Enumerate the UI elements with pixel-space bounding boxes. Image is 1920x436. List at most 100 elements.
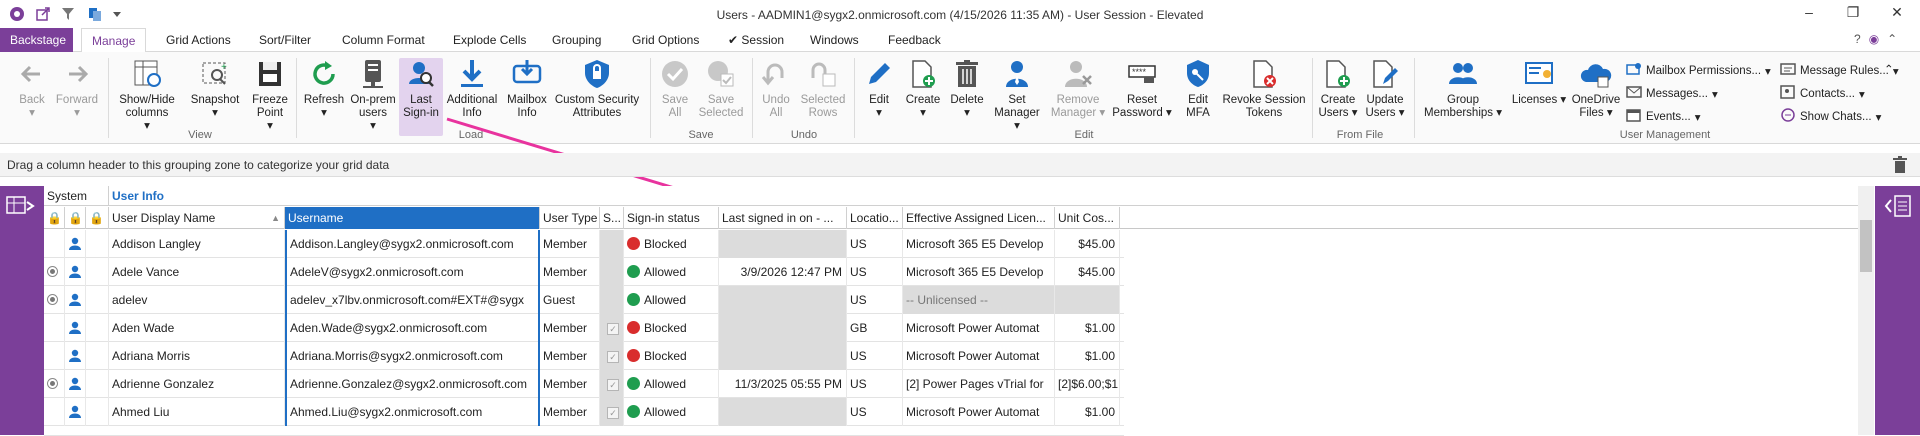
cell-location[interactable]: US bbox=[847, 398, 903, 426]
cell[interactable] bbox=[44, 230, 65, 258]
scrollbar-thumb[interactable] bbox=[1860, 220, 1872, 272]
cell-license[interactable]: Microsoft 365 E5 Develop bbox=[903, 258, 1055, 286]
col-sign-in-status[interactable]: Sign-in status bbox=[624, 207, 719, 229]
cell-unit-cost[interactable]: [2]$6.00;$1 bbox=[1055, 370, 1120, 398]
cell[interactable]: ✓ bbox=[600, 398, 624, 426]
cell[interactable] bbox=[86, 398, 109, 426]
table-row[interactable]: Ahmed Liu Ahmed.Liu@sygx2.onmicrosoft.com… bbox=[44, 398, 1124, 426]
cell[interactable] bbox=[86, 370, 109, 398]
cell-username[interactable]: Ahmed.Liu@sygx2.onmicrosoft.com bbox=[285, 398, 540, 426]
cell-license[interactable]: [2] Power Pages vTrial for bbox=[903, 370, 1055, 398]
cell-user-type[interactable]: Guest bbox=[540, 286, 600, 314]
cell-username[interactable]: Aden.Wade@sygx2.onmicrosoft.com bbox=[285, 314, 540, 342]
table-row[interactable]: adelev adelev_x7lbv.onmicrosoft.com#EXT#@… bbox=[44, 286, 1124, 314]
cell[interactable]: ✓ bbox=[600, 342, 624, 370]
cell-username[interactable]: Adriana.Morris@sygx2.onmicrosoft.com bbox=[285, 342, 540, 370]
table-row[interactable]: Addison Langley Addison.Langley@sygx2.onm… bbox=[44, 230, 1124, 258]
cell-sign-in-status[interactable]: Blocked bbox=[624, 314, 719, 342]
cell[interactable] bbox=[86, 258, 109, 286]
cell[interactable] bbox=[44, 258, 65, 286]
grouping-zone[interactable]: Drag a column header to this grouping zo… bbox=[0, 153, 1920, 177]
cell-username[interactable]: adelev_x7lbv.onmicrosoft.com#EXT#@sygx bbox=[285, 286, 540, 314]
cell-last-signed-in[interactable] bbox=[719, 286, 847, 314]
cell[interactable] bbox=[86, 230, 109, 258]
lock-column-header[interactable]: 🔒 bbox=[44, 207, 65, 229]
cell-location[interactable]: US bbox=[847, 258, 903, 286]
cell-unit-cost[interactable]: $1.00 bbox=[1055, 342, 1120, 370]
cell[interactable] bbox=[65, 258, 86, 286]
checkbox-icon[interactable]: ✓ bbox=[607, 351, 619, 363]
cell-sign-in-status[interactable]: Allowed bbox=[624, 258, 719, 286]
col-unit-cost[interactable]: Unit Cos... bbox=[1055, 207, 1120, 229]
cell-last-signed-in[interactable] bbox=[719, 230, 847, 258]
table-row[interactable]: Adrienne Gonzalez Adrienne.Gonzalez@sygx2… bbox=[44, 370, 1124, 398]
col-location[interactable]: Locatio... bbox=[847, 207, 903, 229]
cell-sign-in-status[interactable]: Allowed bbox=[624, 370, 719, 398]
radio-icon[interactable] bbox=[47, 294, 58, 305]
details-panel-icon[interactable] bbox=[1883, 194, 1913, 221]
col-user-type[interactable]: User Type bbox=[540, 207, 600, 229]
cell-display-name[interactable]: Adriana Morris bbox=[109, 342, 285, 370]
cell-unit-cost[interactable]: $45.00 bbox=[1055, 258, 1120, 286]
radio-icon[interactable] bbox=[47, 266, 58, 277]
cell[interactable] bbox=[65, 286, 86, 314]
cell-license[interactable]: -- Unlicensed -- bbox=[903, 286, 1055, 314]
cell-unit-cost[interactable] bbox=[1055, 286, 1120, 314]
cell-last-signed-in[interactable] bbox=[719, 342, 847, 370]
checkbox-icon[interactable]: ✓ bbox=[607, 323, 619, 335]
cell[interactable] bbox=[600, 286, 624, 314]
table-row[interactable]: Aden Wade Aden.Wade@sygx2.onmicrosoft.com… bbox=[44, 314, 1124, 342]
cell[interactable] bbox=[44, 286, 65, 314]
cell[interactable] bbox=[44, 342, 65, 370]
band-user-info[interactable]: User Info bbox=[109, 186, 1169, 206]
lock-column-header[interactable]: 🔒 bbox=[65, 207, 86, 229]
checkbox-icon[interactable]: ✓ bbox=[607, 407, 619, 419]
cell-location[interactable]: US bbox=[847, 370, 903, 398]
cell[interactable] bbox=[44, 314, 65, 342]
cell-unit-cost[interactable]: $1.00 bbox=[1055, 398, 1120, 426]
table-row[interactable]: Adriana Morris Adriana.Morris@sygx2.onmic… bbox=[44, 342, 1124, 370]
cell-display-name[interactable]: Adrienne Gonzalez bbox=[109, 370, 285, 398]
cell-sign-in-status[interactable]: Blocked bbox=[624, 230, 719, 258]
col-effective-licenses[interactable]: Effective Assigned Licen... bbox=[903, 207, 1055, 229]
band-system[interactable]: System bbox=[44, 186, 109, 206]
cell-display-name[interactable]: Adele Vance bbox=[109, 258, 285, 286]
cell-user-type[interactable]: Member bbox=[540, 398, 600, 426]
table-row[interactable]: Adele Vance AdeleV@sygx2.onmicrosoft.com M… bbox=[44, 258, 1124, 286]
cell[interactable] bbox=[44, 398, 65, 426]
clear-grouping-trash-icon[interactable] bbox=[1892, 156, 1908, 177]
cell-user-type[interactable]: Member bbox=[540, 314, 600, 342]
cell[interactable] bbox=[86, 342, 109, 370]
cell-display-name[interactable]: Aden Wade bbox=[109, 314, 285, 342]
cell-location[interactable]: GB bbox=[847, 314, 903, 342]
cell[interactable] bbox=[86, 314, 109, 342]
cell-last-signed-in[interactable]: 3/9/2026 12:47 PM bbox=[719, 258, 847, 286]
cell[interactable] bbox=[65, 230, 86, 258]
col-s[interactable]: S... bbox=[600, 207, 624, 229]
cell-sign-in-status[interactable]: Allowed bbox=[624, 398, 719, 426]
cell-unit-cost[interactable]: $1.00 bbox=[1055, 314, 1120, 342]
cell-user-type[interactable]: Member bbox=[540, 342, 600, 370]
cell-user-type[interactable]: Member bbox=[540, 258, 600, 286]
cell-last-signed-in[interactable]: 11/3/2025 05:55 PM bbox=[719, 370, 847, 398]
cell-username[interactable]: Addison.Langley@sygx2.onmicrosoft.com bbox=[285, 230, 540, 258]
cell-location[interactable]: US bbox=[847, 342, 903, 370]
cell-license[interactable]: Microsoft 365 E5 Develop bbox=[903, 230, 1055, 258]
cell-username[interactable]: Adrienne.Gonzalez@sygx2.onmicrosoft.com bbox=[285, 370, 540, 398]
cell-license[interactable]: Microsoft Power Automat bbox=[903, 398, 1055, 426]
checkbox-icon[interactable]: ✓ bbox=[607, 379, 619, 391]
cell[interactable] bbox=[65, 314, 86, 342]
cell-user-type[interactable]: Member bbox=[540, 370, 600, 398]
col-username[interactable]: Username bbox=[285, 207, 540, 229]
lock-column-header[interactable]: 🔒 bbox=[86, 207, 109, 229]
cell-display-name[interactable]: Ahmed Liu bbox=[109, 398, 285, 426]
cell[interactable] bbox=[65, 370, 86, 398]
cell-license[interactable]: Microsoft Power Automat bbox=[903, 342, 1055, 370]
cell[interactable] bbox=[65, 342, 86, 370]
cell-location[interactable]: US bbox=[847, 230, 903, 258]
cell-user-type[interactable]: Member bbox=[540, 230, 600, 258]
cell-sign-in-status[interactable]: Allowed bbox=[624, 286, 719, 314]
cell-display-name[interactable]: Addison Langley bbox=[109, 230, 285, 258]
vertical-scrollbar[interactable] bbox=[1858, 186, 1874, 435]
grid-options-icon[interactable] bbox=[6, 194, 36, 221]
